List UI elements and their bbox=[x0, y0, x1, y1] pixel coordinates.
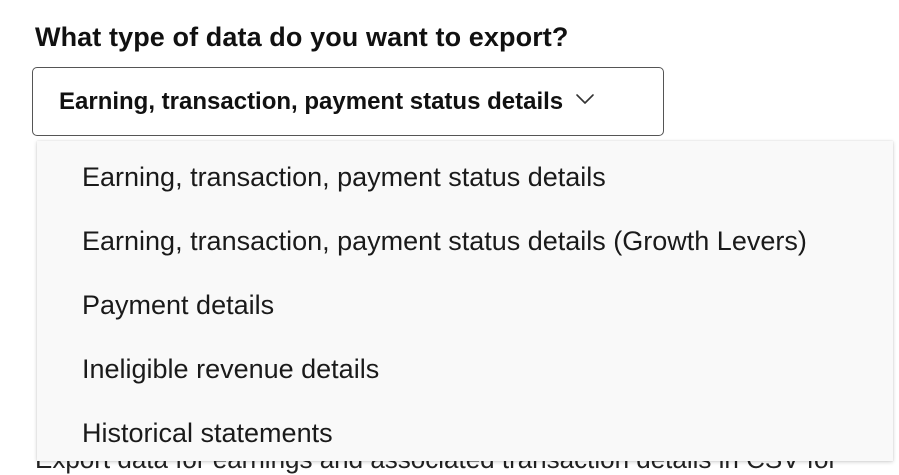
dropdown-option-ineligible-revenue[interactable]: Ineligible revenue details bbox=[37, 337, 893, 401]
chevron-down-icon bbox=[575, 89, 595, 109]
dropdown-option-earning-transaction-payment[interactable]: Earning, transaction, payment status det… bbox=[37, 145, 893, 209]
dropdown-option-historical-statements[interactable]: Historical statements bbox=[37, 401, 893, 465]
dropdown-listbox: Earning, transaction, payment status det… bbox=[37, 141, 893, 461]
export-type-question: What type of data do you want to export? bbox=[35, 22, 569, 52]
dropdown-selected-value: Earning, transaction, payment status det… bbox=[59, 87, 564, 115]
export-type-dropdown[interactable]: Earning, transaction, payment status det… bbox=[32, 67, 664, 136]
dropdown-option-growth-levers[interactable]: Earning, transaction, payment status det… bbox=[37, 209, 893, 273]
dropdown-option-payment-details[interactable]: Payment details bbox=[37, 273, 893, 337]
